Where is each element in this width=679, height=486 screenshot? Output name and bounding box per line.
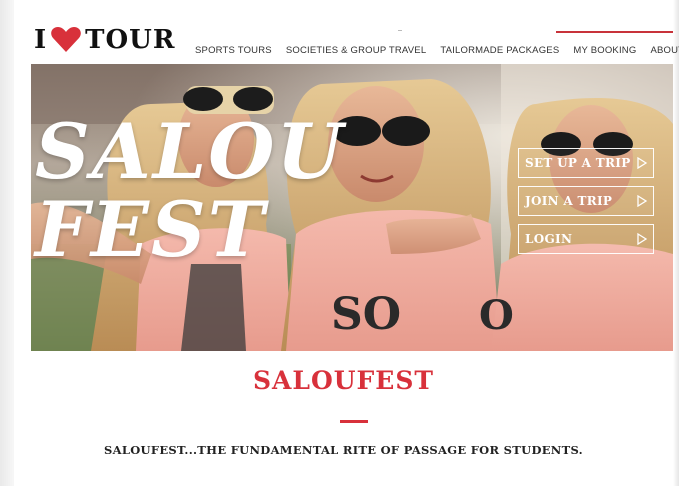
nav-accent-bar [556,31,673,33]
logo-text: TOUR [85,26,176,54]
tagline: SALOUFEST...THE FUNDAMENTAL RITE OF PASS… [104,443,583,457]
page-edge-left [0,0,14,486]
login-button[interactable]: LOGIN [518,224,654,254]
play-arrow-icon [637,157,647,169]
nav-item-about-us[interactable]: ABOUT US [650,45,679,56]
nav-item-sports-tours[interactable]: SPORTS TOURS [195,45,272,56]
section-title: SALOUFEST [252,366,435,395]
site-logo[interactable]: I TOUR [34,26,175,54]
play-arrow-icon [637,233,647,245]
page-edge-right [673,0,679,486]
heart-icon [51,27,81,52]
play-arrow-icon [637,195,647,207]
hero-title-line1: SALOU [35,107,345,196]
join-trip-label: JOIN A TRIP [525,194,613,208]
hero-title-line2: FEST [35,185,267,274]
set-up-trip-button[interactable]: SET UP A TRIP [518,148,654,178]
svg-text:O: O [479,292,514,339]
svg-text:SO: SO [331,289,401,340]
main-nav: SPORTS TOURS SOCIETIES & GROUP TRAVEL TA… [195,45,679,56]
set-up-trip-label: SET UP A TRIP [525,156,631,170]
nav-item-tailormade[interactable]: TAILORMADE PACKAGES [440,45,559,56]
nav-item-societies[interactable]: SOCIETIES & GROUP TRAVEL [286,45,426,56]
title-divider [340,420,368,423]
join-trip-button[interactable]: JOIN A TRIP [518,186,654,216]
hero-title: SALOU FEST [35,112,345,270]
site-header: I TOUR SPORTS TOURS SOCIETIES & GROUP TR… [14,0,679,62]
hero-banner: SO O SALOU FEST SET UP A TRIP JOIN A TRI… [31,64,673,351]
login-label: LOGIN [525,232,573,246]
header-dot [398,30,402,31]
nav-item-my-booking[interactable]: MY BOOKING [573,45,636,56]
page: I TOUR SPORTS TOURS SOCIETIES & GROUP TR… [0,0,679,486]
logo-prefix: I [34,26,48,54]
